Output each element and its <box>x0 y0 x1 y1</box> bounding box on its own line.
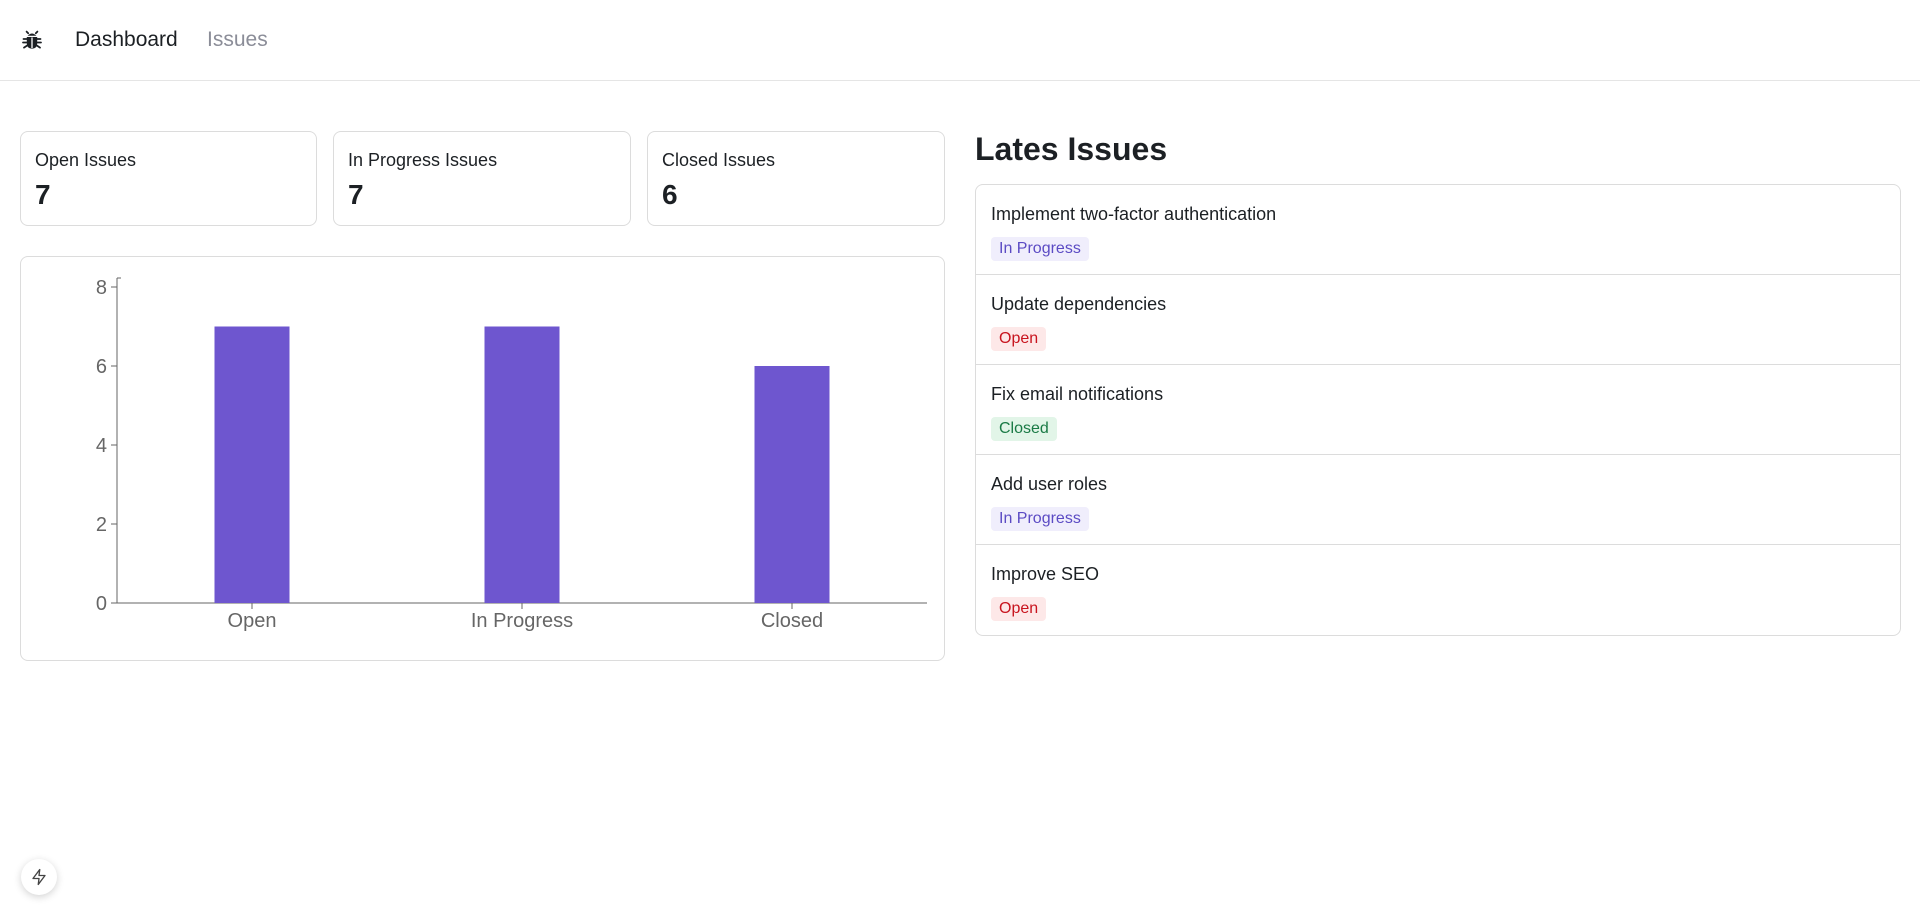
in-progress-issues-count: 7 <box>348 179 364 210</box>
nav-dashboard-link[interactable]: Dashboard <box>75 28 178 52</box>
x-tick-label: In Progress <box>471 610 573 632</box>
in-progress-issues-label: In Progress Issues <box>348 150 498 170</box>
closed-issues-count: 6 <box>662 179 678 210</box>
open-issues-label: Open Issues <box>35 150 137 170</box>
bar <box>214 326 290 603</box>
status-badge: Closed <box>991 417 1057 441</box>
lightning-icon <box>32 868 46 886</box>
issue-row: Improve SEO Open <box>976 545 1900 635</box>
open-issues-card[interactable]: Open Issues 7 <box>20 131 317 226</box>
y-tick-label: 0 <box>96 593 107 615</box>
in-progress-issues-card[interactable]: In Progress Issues 7 <box>333 131 631 226</box>
bar <box>754 366 830 603</box>
latest-issues-list: Implement two-factor authentication In P… <box>975 184 1901 636</box>
y-tick-label: 2 <box>96 514 107 536</box>
bug-icon[interactable] <box>20 28 44 52</box>
latest-issues-heading: Lates Issues <box>975 131 1168 167</box>
issue-title-link[interactable]: Fix email notifications <box>991 383 1163 405</box>
status-badge: Open <box>991 327 1047 351</box>
bug-icon-svg <box>22 30 42 49</box>
y-tick-label: 6 <box>96 356 107 378</box>
issue-row: Update dependencies Open <box>976 275 1900 365</box>
issue-title-link[interactable]: Improve SEO <box>991 563 1099 585</box>
status-badge: In Progress <box>991 507 1089 531</box>
issue-row: Fix email notifications Closed <box>976 365 1900 455</box>
x-tick-label: Open <box>228 610 277 632</box>
issue-title-link[interactable]: Implement two-factor authentication <box>991 203 1276 225</box>
status-badge: Open <box>991 597 1047 621</box>
dev-tools-button[interactable] <box>21 859 57 895</box>
bar <box>484 326 560 603</box>
x-tick-label: Closed <box>761 610 823 632</box>
y-tick-label: 8 <box>96 277 107 299</box>
nav-issues-link[interactable]: Issues <box>207 28 268 52</box>
closed-issues-label: Closed Issues <box>662 150 776 170</box>
y-tick-label: 4 <box>96 435 107 457</box>
status-badge: In Progress <box>991 237 1089 261</box>
issue-row: Implement two-factor authentication In P… <box>976 185 1900 275</box>
open-issues-count: 7 <box>35 179 51 210</box>
issues-bar-chart-card: 0 2 4 6 8 Open In Progress Closed <box>20 256 945 661</box>
issues-bar-chart: 0 2 4 6 8 Open In Progress Closed <box>96 277 927 632</box>
navbar: Dashboard Issues <box>0 0 1920 81</box>
closed-issues-card[interactable]: Closed Issues 6 <box>647 131 945 226</box>
issue-row: Add user roles In Progress <box>976 455 1900 545</box>
issue-title-link[interactable]: Update dependencies <box>991 293 1166 315</box>
issue-title-link[interactable]: Add user roles <box>991 473 1107 495</box>
